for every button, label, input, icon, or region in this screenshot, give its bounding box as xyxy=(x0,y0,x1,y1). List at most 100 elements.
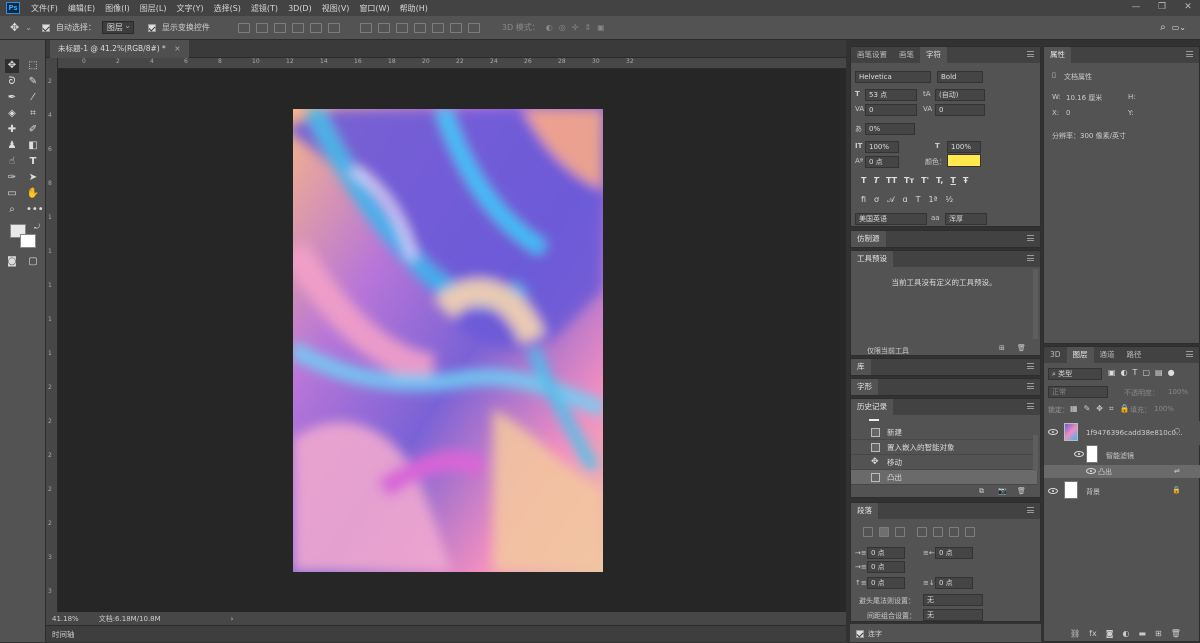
faux-bold-button[interactable]: T xyxy=(861,176,866,185)
menu-help[interactable]: 帮助(H) xyxy=(395,3,433,14)
tab-3d[interactable]: 3D xyxy=(1044,347,1067,363)
3d-scale-icon[interactable]: ▣ xyxy=(597,23,605,32)
menu-view[interactable]: 视图(V) xyxy=(317,3,355,14)
menu-image[interactable]: 图像(I) xyxy=(100,3,135,14)
3d-roll-icon[interactable]: ◎ xyxy=(559,23,566,32)
distribute-left-icon[interactable] xyxy=(413,22,426,33)
align-bottom-icon[interactable] xyxy=(273,22,286,33)
brush-small-tool-icon[interactable]: ⁄ xyxy=(26,91,40,105)
menu-edit[interactable]: 编辑(E) xyxy=(63,3,100,14)
distribute-right-icon[interactable] xyxy=(449,22,462,33)
menu-filter[interactable]: 滤镜(T) xyxy=(246,3,283,14)
tab-layers[interactable]: 图层 xyxy=(1066,347,1094,363)
antialias-dropdown[interactable]: 浑厚 xyxy=(945,213,987,225)
tool-presets-scrollbar[interactable] xyxy=(1033,269,1038,339)
vertical-ruler[interactable]: 2 4 6 8 1 1 1 1 1 2 2 2 2 2 3 3 xyxy=(46,58,58,612)
delete-preset-icon[interactable]: 🗑 xyxy=(1017,344,1026,352)
tab-properties[interactable]: 属性 xyxy=(1044,47,1071,63)
tab-paths[interactable]: 路径 xyxy=(1121,347,1148,363)
pen-tool-icon[interactable]: ✑ xyxy=(5,171,19,185)
x-value[interactable]: 0 xyxy=(1066,109,1070,117)
close-icon[interactable]: ✕ xyxy=(1182,2,1194,12)
menu-file[interactable]: 文件(F) xyxy=(26,3,63,14)
swash-icon[interactable]: 𝒜 xyxy=(887,195,895,205)
healing-tool-icon[interactable]: ✚ xyxy=(5,123,19,137)
panel-menu-icon[interactable] xyxy=(1186,51,1193,57)
type-tool-icon[interactable]: T xyxy=(26,155,40,169)
new-preset-icon[interactable]: ⊞ xyxy=(999,344,1005,352)
delete-state-icon[interactable]: 🗑 xyxy=(1017,487,1026,495)
lock-position-icon[interactable]: ✥ xyxy=(1096,404,1103,414)
filter-adjustment-icon[interactable]: ◐ xyxy=(1121,368,1128,377)
justify-last-center-icon[interactable] xyxy=(933,527,943,537)
delete-layer-icon[interactable]: 🗑 xyxy=(1171,629,1181,638)
background-color-swatch[interactable] xyxy=(20,234,36,248)
smudge-tool-icon[interactable]: ☝ xyxy=(5,155,19,169)
panel-menu-icon[interactable] xyxy=(1027,235,1034,241)
quick-mask-icon[interactable]: ◙ xyxy=(5,255,19,269)
strikethrough-button[interactable]: Ŧ xyxy=(963,176,968,185)
auto-select-checkbox[interactable] xyxy=(41,23,50,32)
visibility-eye-icon[interactable] xyxy=(1048,429,1058,435)
snapshot-camera-icon[interactable]: 📷 xyxy=(998,487,1007,495)
auto-align-icon[interactable] xyxy=(467,22,480,33)
3d-drag-icon[interactable]: ✢ xyxy=(572,23,579,32)
justify-last-left-icon[interactable] xyxy=(917,527,927,537)
layer-row-background[interactable]: 背景 🔒 xyxy=(1044,479,1200,503)
panel-menu-icon[interactable] xyxy=(1027,383,1034,389)
text-color-swatch[interactable] xyxy=(947,154,981,167)
horizontal-ruler[interactable]: 0 2 4 6 8 10 12 14 16 18 20 22 24 26 28 30 32 xyxy=(58,58,846,69)
visibility-eye-icon[interactable] xyxy=(1048,488,1058,494)
canvas-artwork[interactable] xyxy=(293,109,603,572)
history-row[interactable]: 新建 xyxy=(851,425,1037,440)
menu-type[interactable]: 文字(Y) xyxy=(171,3,208,14)
history-scrollbar[interactable] xyxy=(1033,435,1038,471)
baseline-shift-field[interactable]: 0 点 xyxy=(865,156,899,168)
lock-all-icon[interactable]: 🔒 xyxy=(1119,404,1129,414)
distribute-vcenter-icon[interactable] xyxy=(377,22,390,33)
distribute-bottom-icon[interactable] xyxy=(395,22,408,33)
hand-tool-icon[interactable]: ✋ xyxy=(26,187,40,201)
tool-preset-chevron-icon[interactable]: ⌄ xyxy=(25,23,32,32)
layer-row-smart-object[interactable]: 1f9476396cadd38e810c0... ⬡ xyxy=(1044,421,1200,445)
auto-select-dropdown[interactable]: 图层 xyxy=(101,20,134,34)
vertical-scale-field[interactable]: 100% xyxy=(865,141,899,153)
restore-icon[interactable]: ❐ xyxy=(1156,2,1168,12)
add-mask-icon[interactable]: ◙ xyxy=(1106,629,1114,638)
tsume-field[interactable]: 0% xyxy=(865,123,915,135)
indent-left-field[interactable]: 0 点 xyxy=(867,547,905,559)
new-document-from-state-icon[interactable]: ⧉ xyxy=(979,487,984,496)
workspace-icon[interactable]: ▭⌄ xyxy=(1172,23,1186,32)
font-size-field[interactable]: 53 点 xyxy=(865,89,917,101)
eyedropper-tool-icon[interactable]: ✒ xyxy=(5,91,19,105)
panel-menu-icon[interactable] xyxy=(1027,507,1034,513)
blend-mode-dropdown[interactable]: 正常 xyxy=(1048,386,1108,398)
panel-menu-icon[interactable] xyxy=(1027,363,1034,369)
lasso-tool-icon[interactable]: ᘐ xyxy=(5,75,19,89)
align-right-text-icon[interactable] xyxy=(895,527,905,537)
tab-close-icon[interactable]: × xyxy=(174,44,180,53)
brush-tool-icon[interactable]: ✐ xyxy=(26,123,40,137)
visibility-eye-icon[interactable] xyxy=(1086,468,1096,474)
horizontal-scale-field[interactable]: 100% xyxy=(947,141,981,153)
history-row-selected[interactable]: 凸出 xyxy=(851,470,1037,485)
quick-select-tool-icon[interactable]: ✎ xyxy=(26,75,40,89)
tab-brush-settings[interactable]: 画笔设置 xyxy=(851,47,893,63)
tab-channels[interactable]: 通道 xyxy=(1094,347,1121,363)
layer-style-icon[interactable]: fx xyxy=(1089,629,1097,638)
filter-options-icon[interactable]: ⇌ xyxy=(1174,467,1180,475)
status-menu-arrow-icon[interactable]: › xyxy=(231,615,234,623)
lock-pixels-icon[interactable]: ✎ xyxy=(1084,404,1091,414)
mojikumi-dropdown[interactable]: 无 xyxy=(923,609,983,621)
align-hcenter-icon[interactable] xyxy=(309,22,322,33)
tab-paragraph[interactable]: 段落 xyxy=(851,503,878,519)
tab-clone-source[interactable]: 仿制源 xyxy=(851,231,886,247)
font-family-dropdown[interactable]: Helvetica xyxy=(855,71,931,83)
panel-menu-icon[interactable] xyxy=(1027,255,1034,261)
screen-mode-icon[interactable]: ▢ xyxy=(26,255,40,269)
tab-glyphs[interactable]: 字形 xyxy=(851,379,878,395)
panel-menu-icon[interactable] xyxy=(1186,351,1193,357)
path-select-tool-icon[interactable]: ➤ xyxy=(26,171,40,185)
link-layers-icon[interactable]: ⛓ xyxy=(1070,629,1080,638)
tracking-field[interactable]: 0 xyxy=(935,104,985,116)
